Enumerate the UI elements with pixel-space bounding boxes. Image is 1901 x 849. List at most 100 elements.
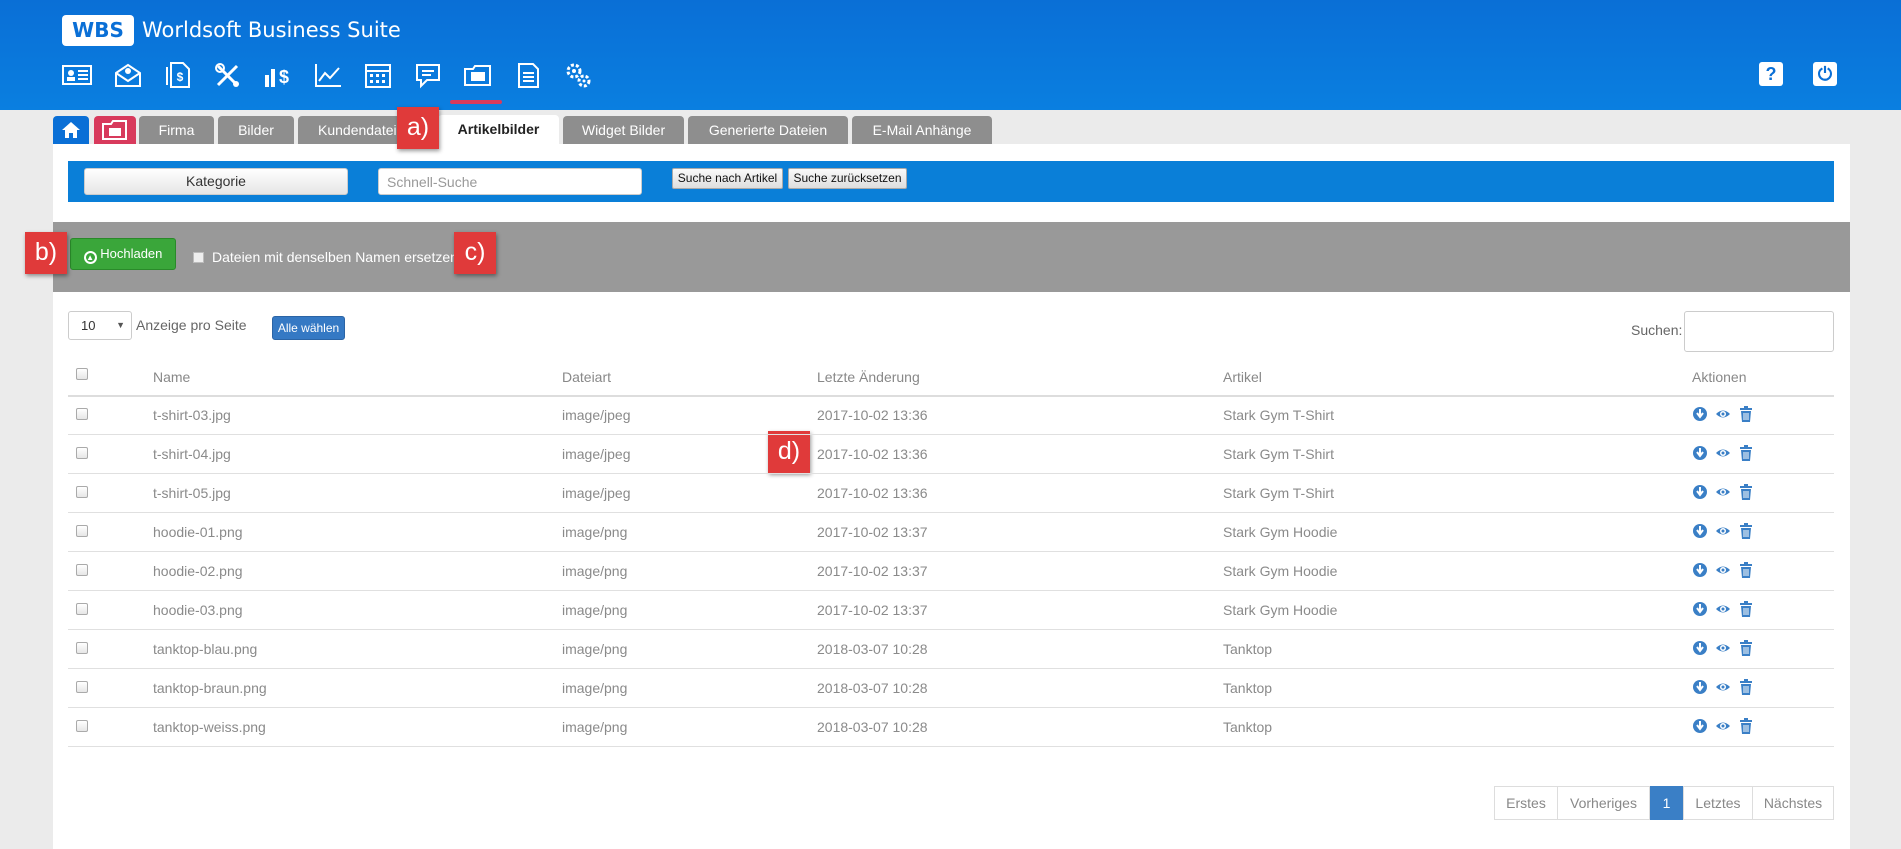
- pagination-previous[interactable]: Vorheriges: [1557, 786, 1650, 820]
- delete-icon[interactable]: [1738, 484, 1754, 500]
- pagination-last[interactable]: Letztes: [1683, 786, 1753, 820]
- view-icon[interactable]: [1715, 640, 1731, 656]
- tab-email-anhaenge[interactable]: E-Mail Anhänge: [852, 116, 992, 144]
- file-article: Tanktop: [1223, 680, 1273, 696]
- view-icon[interactable]: [1715, 484, 1731, 500]
- mail-settings-icon[interactable]: [111, 60, 145, 90]
- table-search-input[interactable]: [1684, 311, 1834, 352]
- tab-home[interactable]: [53, 116, 89, 144]
- tab-widget-bilder[interactable]: Widget Bilder: [563, 116, 684, 144]
- per-page-select[interactable]: 10 ▼: [68, 311, 132, 340]
- file-name: t-shirt-05.jpg: [153, 485, 231, 501]
- row-checkbox[interactable]: [76, 525, 88, 537]
- replace-files-checkbox[interactable]: [193, 252, 204, 263]
- table-row[interactable]: tanktop-braun.png image/png 2018-03-07 1…: [68, 669, 1834, 708]
- chart-icon[interactable]: [311, 60, 345, 90]
- search-by-article-button[interactable]: Suche nach Artikel: [672, 168, 783, 189]
- file-manager-icon[interactable]: [461, 60, 495, 90]
- wbs-logo[interactable]: WBS: [62, 15, 134, 46]
- download-icon[interactable]: [1692, 562, 1708, 578]
- tab-generierte-dateien[interactable]: Generierte Dateien: [688, 116, 848, 144]
- tab-artikelbilder[interactable]: Artikelbilder: [438, 115, 559, 145]
- column-header-letzte-aenderung[interactable]: Letzte Änderung: [817, 369, 920, 385]
- download-icon[interactable]: [1692, 523, 1708, 539]
- reset-search-button[interactable]: Suche zurücksetzen: [788, 168, 907, 189]
- download-icon[interactable]: [1692, 718, 1708, 734]
- tab-bilder[interactable]: Bilder: [218, 116, 294, 144]
- pagination-first[interactable]: Erstes: [1494, 786, 1558, 820]
- quick-search-input[interactable]: [378, 168, 642, 195]
- contact-card-icon[interactable]: [60, 60, 94, 90]
- tab-files[interactable]: [94, 116, 136, 144]
- table-row[interactable]: tanktop-blau.png image/png 2018-03-07 10…: [68, 630, 1834, 669]
- view-icon[interactable]: [1715, 718, 1731, 734]
- delete-icon[interactable]: [1738, 406, 1754, 422]
- table-row[interactable]: hoodie-03.png image/png 2017-10-02 13:37…: [68, 591, 1834, 630]
- file-article: Stark Gym Hoodie: [1223, 524, 1338, 540]
- file-modified: 2018-03-07 10:28: [817, 680, 928, 696]
- download-icon[interactable]: [1692, 445, 1708, 461]
- table-row[interactable]: t-shirt-04.jpg image/jpeg 2017-10-02 13:…: [68, 435, 1834, 474]
- comment-icon[interactable]: [411, 60, 445, 90]
- file-name: t-shirt-04.jpg: [153, 446, 231, 462]
- column-header-artikel[interactable]: Artikel: [1223, 369, 1262, 385]
- row-checkbox[interactable]: [76, 408, 88, 420]
- power-icon[interactable]: ⏻: [1813, 62, 1837, 86]
- folder-image-icon: [102, 120, 127, 140]
- calendar-icon[interactable]: [361, 60, 395, 90]
- file-article: Stark Gym T-Shirt: [1223, 407, 1334, 423]
- settings-gears-icon[interactable]: [561, 60, 595, 90]
- row-checkbox[interactable]: [76, 681, 88, 693]
- view-icon[interactable]: [1715, 601, 1731, 617]
- table-row[interactable]: t-shirt-03.jpg image/jpeg 2017-10-02 13:…: [68, 396, 1834, 435]
- delete-icon[interactable]: [1738, 523, 1754, 539]
- row-checkbox[interactable]: [76, 564, 88, 576]
- delete-icon[interactable]: [1738, 640, 1754, 656]
- view-icon[interactable]: [1715, 679, 1731, 695]
- download-icon[interactable]: [1692, 679, 1708, 695]
- row-checkbox[interactable]: [76, 603, 88, 615]
- view-icon[interactable]: [1715, 406, 1731, 422]
- download-icon[interactable]: [1692, 406, 1708, 422]
- tab-firma[interactable]: Firma: [139, 116, 214, 144]
- select-all-checkbox[interactable]: [76, 368, 88, 380]
- view-icon[interactable]: [1715, 562, 1731, 578]
- upload-icon: ▲: [83, 251, 97, 264]
- print-documents-icon[interactable]: [511, 60, 545, 90]
- delete-icon[interactable]: [1738, 562, 1754, 578]
- delete-icon[interactable]: [1738, 445, 1754, 461]
- file-article: Stark Gym T-Shirt: [1223, 446, 1334, 462]
- documents-dollar-icon[interactable]: $: [161, 60, 195, 90]
- column-header-dateiart[interactable]: Dateiart: [562, 369, 611, 385]
- download-icon[interactable]: [1692, 640, 1708, 656]
- table-row[interactable]: hoodie-02.png image/png 2017-10-02 13:37…: [68, 552, 1834, 591]
- row-checkbox[interactable]: [76, 720, 88, 732]
- file-type: image/png: [562, 563, 628, 579]
- table-row[interactable]: t-shirt-05.jpg image/jpeg 2017-10-02 13:…: [68, 474, 1834, 513]
- pagination-current-page[interactable]: 1: [1650, 786, 1683, 820]
- row-checkbox[interactable]: [76, 447, 88, 459]
- help-icon[interactable]: ?: [1759, 62, 1783, 86]
- view-icon[interactable]: [1715, 445, 1731, 461]
- row-checkbox[interactable]: [76, 642, 88, 654]
- file-type: image/jpeg: [562, 407, 631, 423]
- delete-icon[interactable]: [1738, 601, 1754, 617]
- kategorie-button[interactable]: Kategorie: [84, 168, 348, 195]
- select-all-button[interactable]: Alle wählen: [272, 316, 345, 340]
- search-label: Suchen:: [1631, 322, 1683, 338]
- column-header-name[interactable]: Name: [153, 369, 190, 385]
- table-row[interactable]: hoodie-01.png image/png 2017-10-02 13:37…: [68, 513, 1834, 552]
- view-icon[interactable]: [1715, 523, 1731, 539]
- finance-icon[interactable]: $: [261, 60, 295, 90]
- file-name: hoodie-02.png: [153, 563, 243, 579]
- pagination-next[interactable]: Nächstes: [1752, 786, 1834, 820]
- delete-icon[interactable]: [1738, 679, 1754, 695]
- download-icon[interactable]: [1692, 601, 1708, 617]
- download-icon[interactable]: [1692, 484, 1708, 500]
- tools-icon[interactable]: [211, 60, 245, 90]
- delete-icon[interactable]: [1738, 718, 1754, 734]
- row-checkbox[interactable]: [76, 486, 88, 498]
- table-row[interactable]: tanktop-weiss.png image/png 2018-03-07 1…: [68, 708, 1834, 747]
- upload-button[interactable]: ▲ Hochladen: [70, 238, 176, 270]
- active-module-indicator: [450, 100, 502, 104]
